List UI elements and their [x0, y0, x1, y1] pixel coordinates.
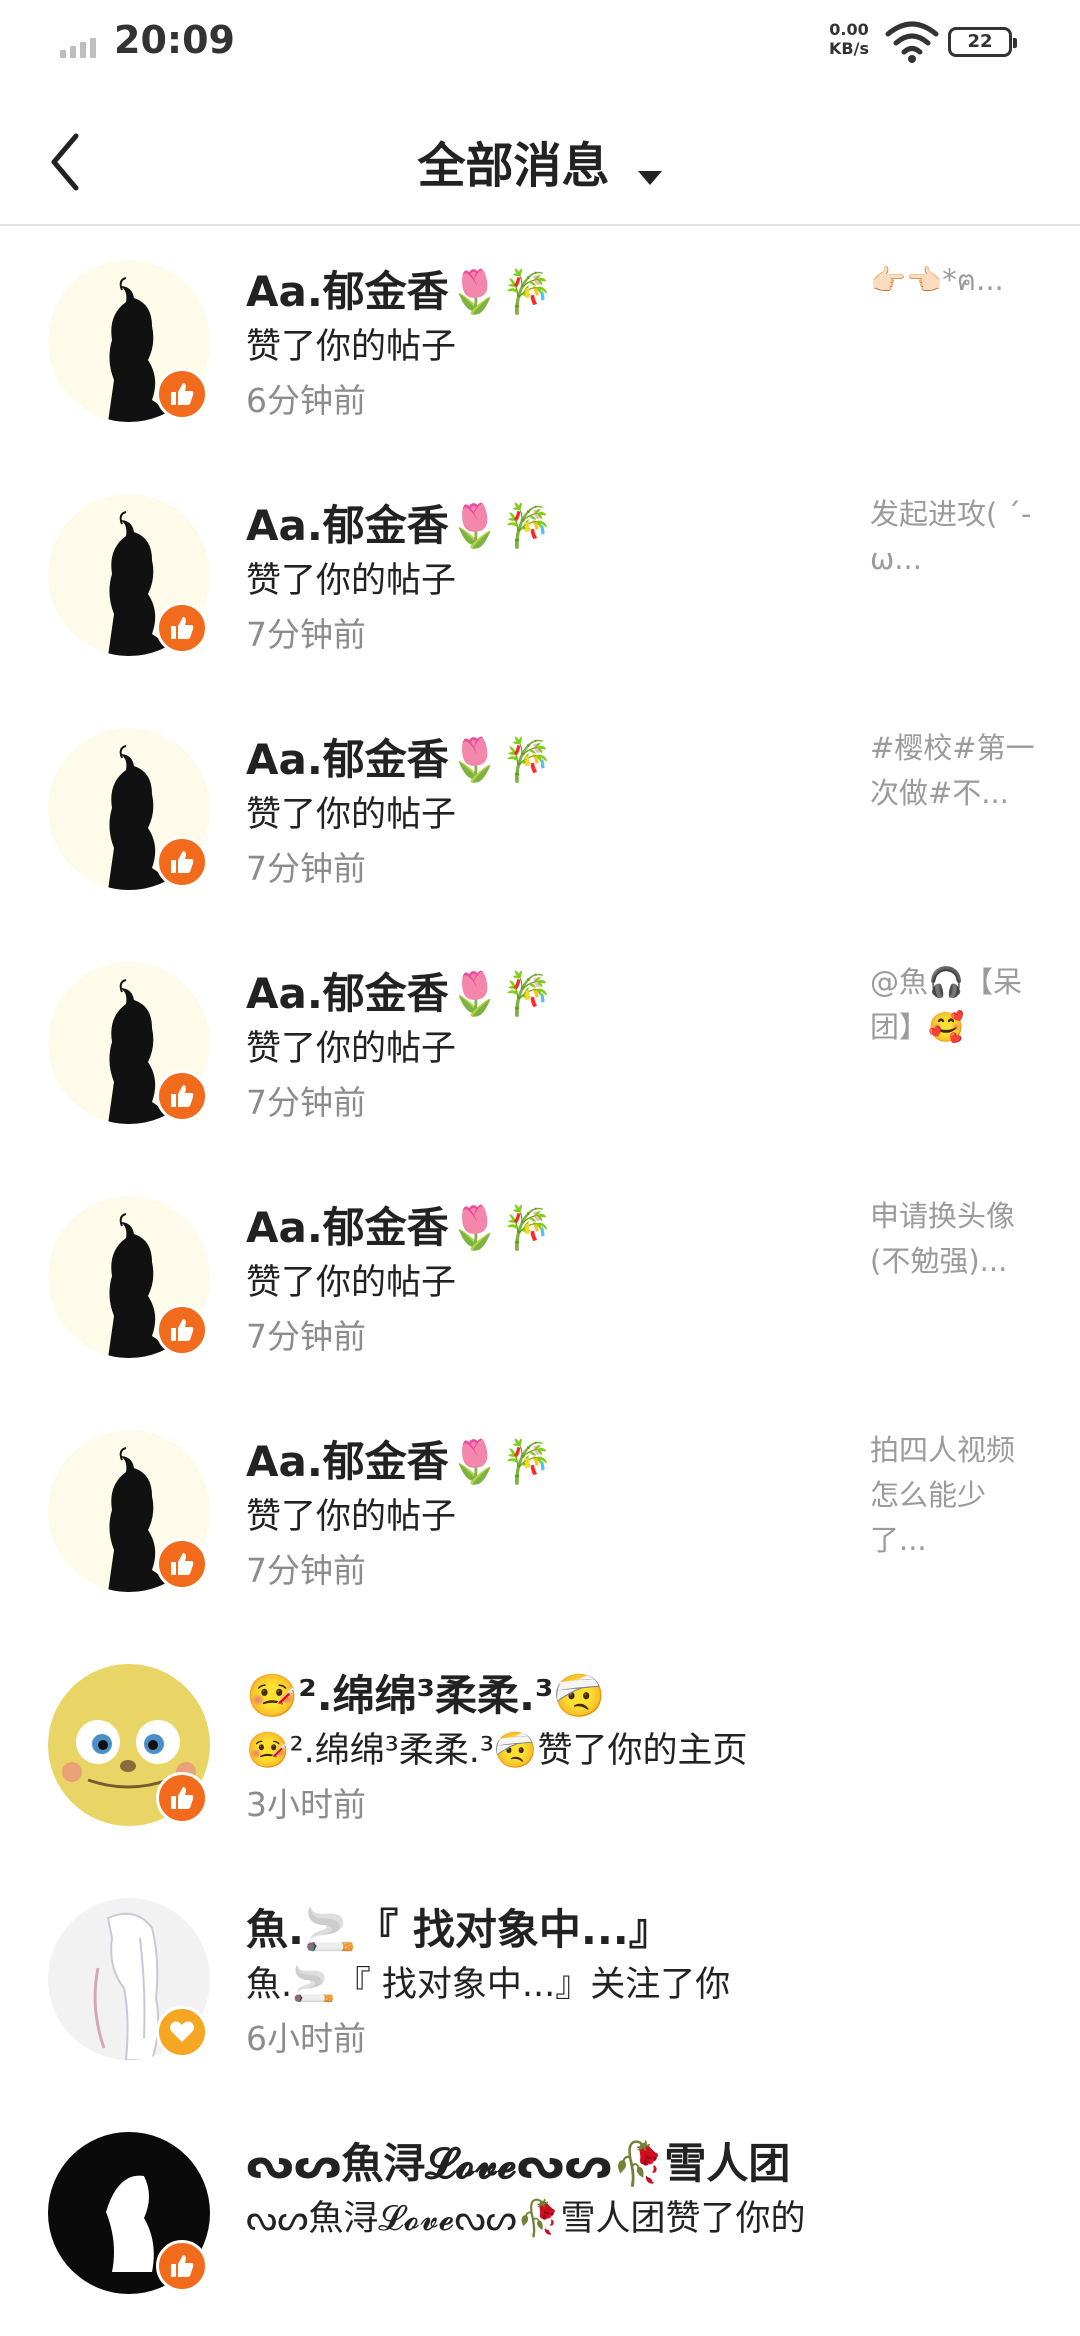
message-item[interactable]: Aa.郁金香🌷🎋 赞了你的帖子 7分钟前 #樱校#第一次做#不... — [0, 698, 1080, 932]
message-action: 🤒².绵绵³柔柔.³🤕赞了你的主页 — [246, 1731, 748, 1771]
post-preview[interactable]: @魚🎧【呆团】🥰 — [870, 960, 1040, 1050]
message-time: 3小时前 — [246, 1785, 366, 1824]
message-action: ᔓᔕ魚浔𝓛𝓸𝓿𝓮ᔓᔕ🥀雪人团赞了你的 — [246, 2199, 806, 2239]
page-title: 全部消息 — [417, 138, 610, 194]
message-time: 7分钟前 — [246, 1083, 366, 1122]
header: 全部消息 — [0, 86, 1080, 226]
net-speed-unit: KB/s — [829, 39, 869, 58]
message-action: 赞了你的帖子 — [246, 795, 457, 835]
sender-name[interactable]: Aa.郁金香🌷🎋 — [246, 1194, 553, 1255]
post-preview[interactable]: 拍四人视频怎么能少了... — [870, 1428, 1040, 1563]
caret-down-icon — [637, 170, 662, 185]
status-bar: 20:09 0.00 KB/s 22 — [0, 0, 1080, 86]
post-preview[interactable]: 申请换头像(不勉强)... — [870, 1194, 1040, 1284]
message-time: 6小时前 — [246, 2019, 366, 2058]
thumb-up-icon — [156, 2240, 208, 2292]
message-action: 赞了你的帖子 — [246, 1029, 457, 1069]
post-preview[interactable]: 发起进攻( ´-ω... — [870, 492, 1040, 582]
message-time: 7分钟前 — [246, 1551, 366, 1590]
message-time: 7分钟前 — [246, 1317, 366, 1356]
message-item[interactable]: Aa.郁金香🌷🎋 赞了你的帖子 7分钟前 @魚🎧【呆团】🥰 — [0, 932, 1080, 1166]
message-item[interactable]: 🤒².绵绵³柔柔.³🤕 🤒².绵绵³柔柔.³🤕赞了你的主页 3小时前 — [0, 1634, 1080, 1868]
message-action: 赞了你的帖子 — [246, 1497, 457, 1537]
sender-name[interactable]: 🤒².绵绵³柔柔.³🤕 — [246, 1662, 606, 1723]
message-action: 魚.🚬『 找对象中...』关注了你 — [246, 1965, 731, 2005]
thumb-up-icon — [156, 1538, 208, 1590]
title-dropdown[interactable]: 全部消息 — [0, 126, 1080, 196]
message-item[interactable]: Aa.郁金香🌷🎋 赞了你的帖子 7分钟前 发起进攻( ´-ω... — [0, 464, 1080, 698]
wifi-icon — [885, 21, 939, 63]
thumb-up-icon — [156, 1304, 208, 1356]
post-preview[interactable]: #樱校#第一次做#不... — [870, 726, 1040, 816]
message-time: 6分钟前 — [246, 381, 366, 420]
heart-icon — [156, 2006, 208, 2058]
sender-name[interactable]: Aa.郁金香🌷🎋 — [246, 726, 553, 787]
message-item[interactable]: Aa.郁金香🌷🎋 赞了你的帖子 7分钟前 申请换头像(不勉强)... — [0, 1166, 1080, 1400]
message-action: 赞了你的帖子 — [246, 561, 457, 601]
thumb-up-icon — [156, 368, 208, 420]
thumb-up-icon — [156, 1772, 208, 1824]
message-item[interactable]: Aa.郁金香🌷🎋 赞了你的帖子 7分钟前 拍四人视频怎么能少了... — [0, 1400, 1080, 1634]
sender-name[interactable]: Aa.郁金香🌷🎋 — [246, 1428, 553, 1489]
sender-name[interactable]: 魚.🚬『 找对象中...』 — [246, 1896, 671, 1957]
message-time: 7分钟前 — [246, 615, 366, 654]
status-time: 20:09 — [114, 18, 235, 62]
message-action: 赞了你的帖子 — [246, 1263, 457, 1303]
message-item[interactable]: Aa.郁金香🌷🎋 赞了你的帖子 6分钟前 👉🏻👈🏻*ฅ... — [0, 230, 1080, 464]
message-time: 7分钟前 — [246, 849, 366, 888]
sender-name[interactable]: Aa.郁金香🌷🎋 — [246, 960, 553, 1021]
sender-name[interactable]: Aa.郁金香🌷🎋 — [246, 492, 553, 553]
net-speed-value: 0.00 — [829, 20, 869, 39]
battery-icon: 22 — [948, 27, 1017, 57]
post-preview[interactable]: 👉🏻👈🏻*ฅ... — [870, 258, 1040, 303]
thumb-up-icon — [156, 836, 208, 888]
message-item[interactable]: ᔓᔕ魚浔𝓛𝓸𝓿𝓮ᔓᔕ🥀雪人团 ᔓᔕ魚浔𝓛𝓸𝓿𝓮ᔓᔕ🥀雪人团赞了你的 — [0, 2102, 1080, 2336]
thumb-up-icon — [156, 602, 208, 654]
thumb-up-icon — [156, 1070, 208, 1122]
sender-name[interactable]: Aa.郁金香🌷🎋 — [246, 258, 553, 319]
net-speed: 0.00 KB/s — [822, 20, 876, 58]
signal-icon — [60, 34, 104, 58]
message-action: 赞了你的帖子 — [246, 327, 457, 367]
sender-name[interactable]: ᔓᔕ魚浔𝓛𝓸𝓿𝓮ᔓᔕ🥀雪人团 — [246, 2130, 790, 2191]
message-item[interactable]: 魚.🚬『 找对象中...』魚.🚬『 找对象中...』关注了你 6小时前 — [0, 1868, 1080, 2102]
